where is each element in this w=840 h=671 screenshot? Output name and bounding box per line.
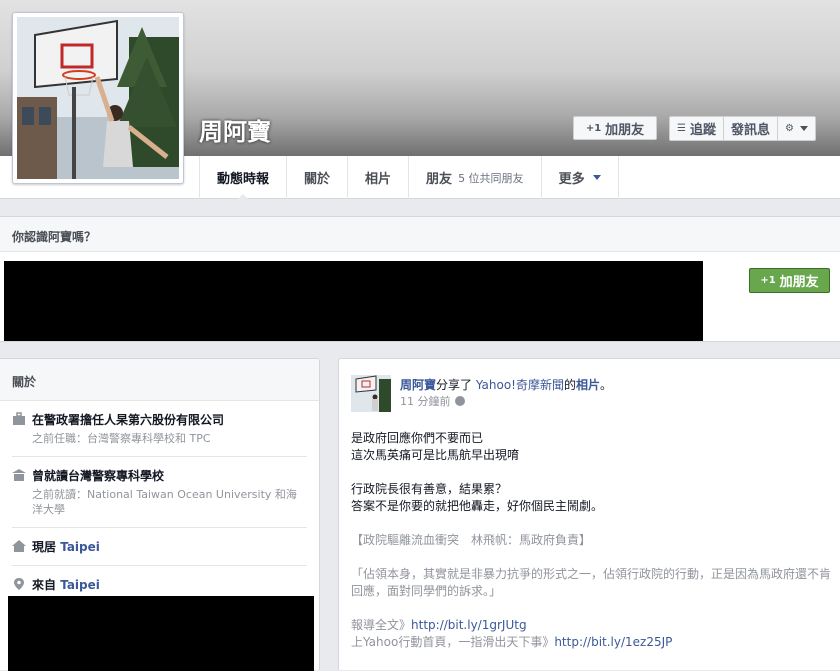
post-end: 。: [600, 378, 613, 392]
follow-button[interactable]: ☰ 追蹤: [670, 117, 724, 140]
tab-label: 相片: [365, 172, 392, 187]
follow-label: 追蹤: [689, 123, 716, 138]
post-url-link[interactable]: http://bit.ly/1ez25JP: [554, 635, 672, 649]
tab-more[interactable]: 更多: [542, 156, 619, 199]
tab-timeline[interactable]: 動態時報: [200, 156, 288, 200]
redacted-block: [8, 596, 314, 671]
rss-icon: ☰: [677, 123, 686, 134]
mutual-friends-count: 5 位共同朋友: [458, 171, 524, 185]
chevron-down-icon: [799, 126, 808, 131]
post-line: 這次馬英痛可是比馬航早出現唷: [351, 448, 520, 462]
post-line: 答案不是你要的就把他轟走，好你個民主鬧劇。: [351, 499, 604, 513]
add-friend-green-button[interactable]: +1 加朋友: [749, 268, 830, 293]
about-from-prefix: 來自: [32, 578, 61, 592]
globe-icon: [454, 396, 465, 406]
about-work-sub: 之前任職：台灣警察專科學校和 TPC: [32, 432, 211, 445]
about-lives: 現居 Taipei: [12, 528, 307, 566]
post-url-link[interactable]: http://bit.ly/1grJUtg: [411, 618, 527, 632]
post-timestamp[interactable]: 11 分鐘前: [400, 393, 465, 409]
briefcase-icon: [13, 412, 25, 425]
add-friend-icon: +1: [585, 122, 602, 134]
post-link-prefix: 報導全文》: [351, 618, 412, 632]
profile-actions-group: ☰ 追蹤 發訊息 ⚙: [669, 116, 816, 141]
about-education-title[interactable]: 曾就讀台灣警察專科學校: [32, 467, 307, 484]
tab-label: 更多: [558, 172, 585, 187]
add-friend-icon: +1: [760, 275, 776, 286]
post-link-line-2: 上Yahoo行動首頁，一指滑出天下事》http://bit.ly/1ez25JP: [351, 634, 831, 651]
add-friend-button[interactable]: +1 加朋友: [573, 116, 657, 140]
map-pin-icon: [14, 578, 24, 590]
post-quote-line: 「佔領本身，其實就是非暴力抗爭的形式之一，佔領行政院的行動，正是因為馬政府還不肯…: [351, 567, 832, 598]
gear-icon: ⚙: [785, 123, 794, 134]
about-lives-prefix: 現居: [32, 540, 61, 554]
tab-photos[interactable]: 相片: [348, 156, 410, 199]
add-friend-label: 加朋友: [605, 122, 645, 138]
about-from-link[interactable]: Taipei: [60, 578, 100, 592]
tab-label: 動態時報: [217, 172, 270, 187]
post-source-link[interactable]: Yahoo!奇摩新聞: [476, 378, 564, 392]
post-body: 是政府回應你們不要而已 這次馬英痛可是比馬航早出現唷 行政院長很有善意，結果累？…: [351, 430, 831, 651]
about-lives-link[interactable]: Taipei: [60, 540, 100, 554]
settings-dropdown-button[interactable]: ⚙: [778, 117, 815, 140]
about-card: 關於 在警政署擔任人杲第六股份有限公司 之前任職：台灣警察專科學校和 TPC 曾…: [0, 358, 320, 671]
post-link-prefix: 上Yahoo行動首頁，一指滑出天下事》: [351, 635, 555, 649]
post-object-link[interactable]: 相片: [576, 378, 600, 392]
message-label: 發訊息: [730, 123, 770, 138]
about-work-title[interactable]: 在警政署擔任人杲第六股份有限公司: [32, 411, 307, 428]
message-button[interactable]: 發訊息: [724, 117, 778, 140]
post-link-line-1: 報導全文》http://bit.ly/1grJUtg: [351, 617, 831, 634]
profile-photo-image: [17, 17, 179, 179]
add-friend-label: 加朋友: [779, 275, 819, 290]
tab-label: 朋友: [426, 172, 453, 187]
tab-friends[interactable]: 朋友 5 位共同朋友: [409, 156, 542, 199]
school-icon: [12, 469, 26, 481]
post-line: 是政府回應你們不要而已: [351, 431, 484, 445]
home-icon: [12, 540, 26, 552]
post-header: 周阿寶分享了 Yahoo!奇摩新聞的相片。: [400, 376, 612, 393]
tab-about[interactable]: 關於: [287, 156, 349, 199]
chevron-down-icon: [592, 175, 601, 180]
profile-name: 周阿寶: [199, 118, 271, 146]
post-line: 行政院長很有善意，結果累？: [351, 482, 508, 496]
post-time-text: 11 分鐘前: [400, 395, 451, 408]
post-possessive: 的: [563, 378, 576, 392]
tab-label: 關於: [304, 172, 331, 187]
about-education: 曾就讀台灣警察專科學校 之前就讀：National Taiwan Ocean U…: [12, 457, 307, 528]
post-author-link[interactable]: 周阿寶: [400, 378, 436, 392]
post-quote-line: 【政院驅離流血衝突 林飛帆：馬政府負責】: [351, 533, 592, 547]
about-education-sub: 之前就讀：National Taiwan Ocean University 和海…: [32, 488, 297, 516]
post-author-avatar[interactable]: [351, 375, 391, 412]
profile-picture[interactable]: [12, 12, 184, 184]
post-action-text: 分享了: [436, 378, 476, 392]
redacted-block: [4, 261, 703, 341]
about-work: 在警政署擔任人杲第六股份有限公司 之前任職：台灣警察專科學校和 TPC: [12, 401, 307, 457]
know-section-title: 你認識阿寶嗎？: [0, 216, 840, 252]
know-section: +1 加朋友: [0, 252, 840, 342]
timeline-post: 周阿寶分享了 Yahoo!奇摩新聞的相片。 11 分鐘前 是政府回應你們不要而已…: [338, 358, 840, 670]
about-title: 關於: [0, 359, 319, 401]
